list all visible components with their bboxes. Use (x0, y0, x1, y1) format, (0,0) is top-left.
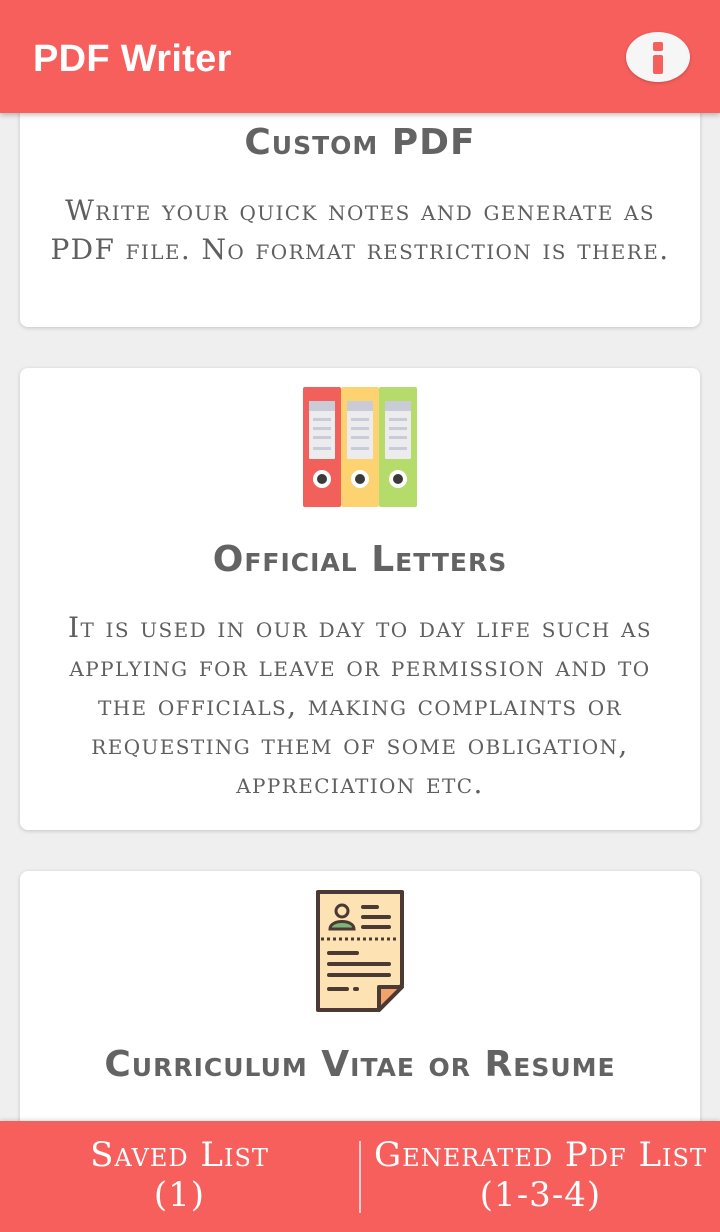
card-curriculum-vitae[interactable]: Curriculum Vitae or Resume (20, 871, 700, 1121)
card-description: Write your quick notes and generate as P… (50, 194, 670, 266)
generated-pdf-list-button[interactable]: Generated Pdf List (1-3-4) (361, 1121, 720, 1232)
saved-list-label: Saved List (90, 1135, 269, 1175)
card-description: It is used in our day to day life such a… (68, 611, 652, 800)
generated-pdf-list-label: Generated Pdf List (374, 1135, 707, 1175)
saved-list-button[interactable]: Saved List (1) (0, 1121, 359, 1232)
card-custom-pdf[interactable]: Custom PDF Write your quick notes and ge… (20, 113, 700, 327)
app-title: PDF Writer (33, 38, 232, 80)
bottom-bar: Saved List (1) Generated Pdf List (1-3-4… (0, 1121, 720, 1232)
template-list[interactable]: Custom PDF Write your quick notes and ge… (0, 113, 720, 1121)
card-official-letters[interactable]: Official Letters It is used in our day t… (20, 368, 700, 830)
info-button[interactable] (626, 32, 690, 82)
card-title: Official Letters (212, 539, 508, 580)
info-icon (653, 42, 663, 74)
resume-document-icon (316, 890, 404, 1012)
card-title: Custom PDF (244, 122, 476, 163)
app-bar: PDF Writer (0, 0, 720, 113)
card-title: Curriculum Vitae or Resume (104, 1044, 616, 1085)
generated-pdf-list-count: (1-3-4) (479, 1175, 602, 1215)
binders-icon (303, 387, 417, 507)
saved-list-count: (1) (153, 1175, 206, 1215)
